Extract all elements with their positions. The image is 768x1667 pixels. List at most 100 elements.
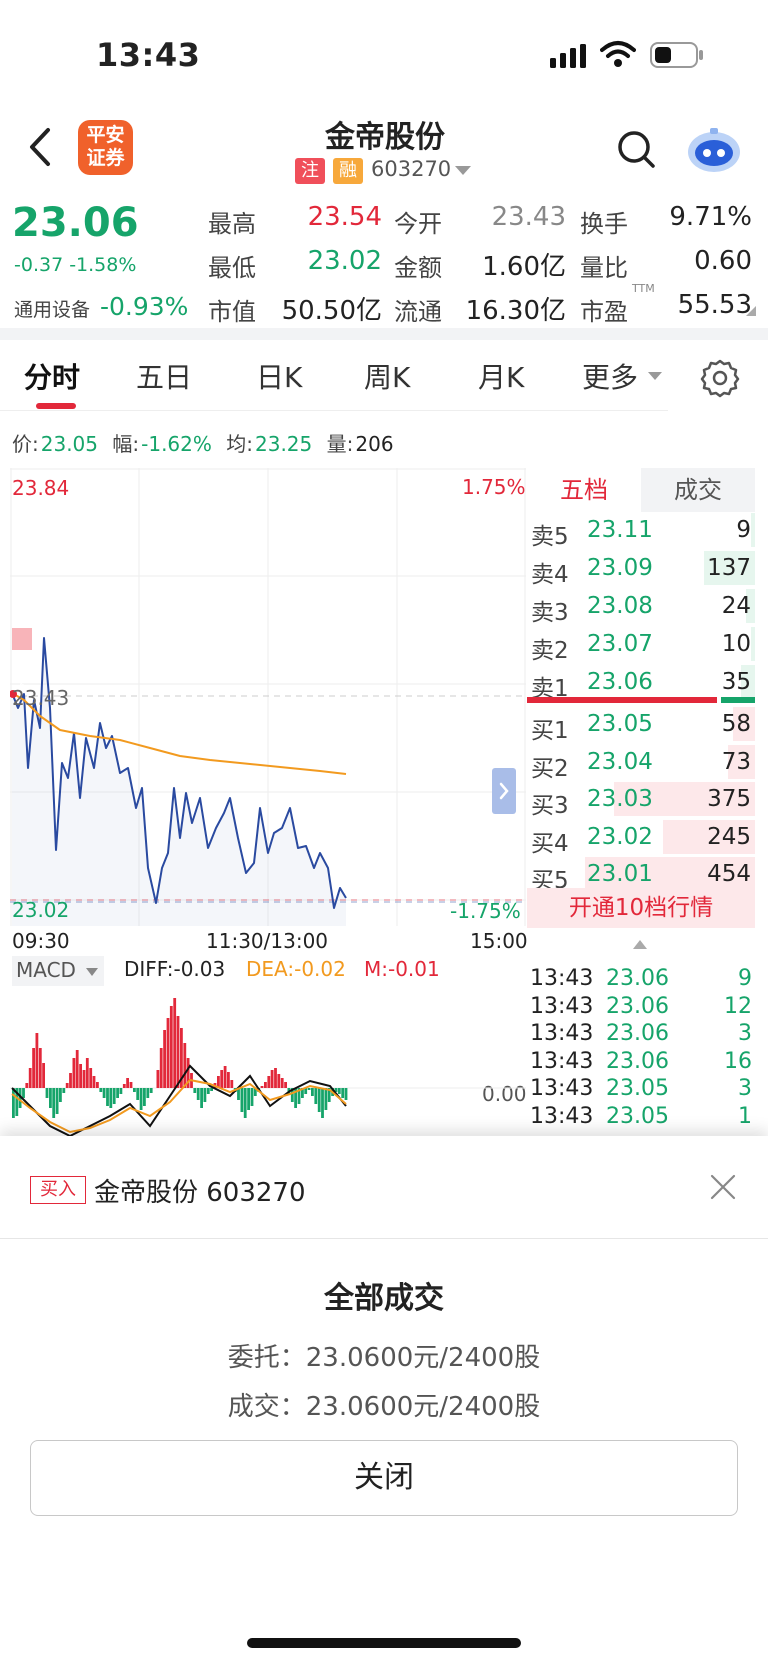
expand-panel-handle[interactable]	[492, 768, 516, 814]
macd-histogram-bar	[341, 1088, 345, 1098]
trade-time: 13:43	[530, 993, 594, 1019]
trade-price: 23.06	[606, 966, 669, 991]
macd-histogram-bar	[324, 1088, 328, 1110]
ob-volume: 245	[707, 823, 751, 850]
home-indicator[interactable]	[247, 1638, 521, 1648]
ob-price: 23.07	[587, 631, 653, 657]
bid-row-3[interactable]: 买3 23.03 375	[527, 780, 755, 819]
macd-histogram-bar	[243, 1088, 247, 1118]
macd-histogram-bar	[52, 1088, 56, 1118]
stat-value-amount: 1.60亿	[482, 252, 566, 282]
stat-value-float-cap: 16.30亿	[465, 296, 566, 326]
bid-row-1[interactable]: 买1 23.05 58	[527, 705, 755, 744]
macd-histogram-bar	[173, 998, 177, 1088]
trade-time: 13:43	[530, 1021, 594, 1046]
ask-row-2[interactable]: 卖2 23.07 10	[527, 625, 755, 664]
x-axis-end: 15:00	[470, 929, 528, 953]
macd-histogram-bar	[129, 1082, 133, 1088]
macd-histogram-bar	[55, 1088, 59, 1114]
trade-time: 13:43	[530, 966, 594, 991]
macd-histogram-bar	[163, 1030, 166, 1088]
trade-time: 13:43	[530, 1103, 594, 1129]
battery-icon	[650, 42, 703, 68]
stock-code[interactable]: 603270	[371, 157, 451, 181]
stock-title[interactable]: 金帝股份	[280, 112, 490, 156]
fill-detail: 成交：23.0600元/2400股	[227, 1392, 541, 1422]
ask-row-4[interactable]: 卖4 23.09 137	[527, 549, 755, 588]
macd-histogram-bar	[109, 1088, 113, 1108]
close-icon[interactable]	[708, 1172, 738, 1202]
macd-histogram-bar	[311, 1088, 314, 1096]
macd-histogram-bar	[49, 1088, 52, 1108]
macd-histogram-bar	[220, 1070, 224, 1088]
tab-trade-ticks[interactable]: 成交	[641, 468, 755, 512]
tab-five-levels[interactable]: 五档	[527, 468, 641, 512]
sector-change[interactable]: -0.93%	[100, 292, 188, 321]
stat-value-open: 23.43	[491, 202, 566, 232]
ask-row-3[interactable]: 卖3 23.08 24	[527, 587, 755, 626]
macd-histogram-bar	[22, 1088, 25, 1098]
settings-gear-icon[interactable]	[700, 358, 740, 398]
macd-histogram-bar	[59, 1088, 62, 1102]
macd-histogram-bar	[89, 1068, 93, 1088]
macd-histogram-bar	[156, 1070, 160, 1088]
tab-weekly-k[interactable]: 周K	[364, 356, 410, 396]
broker-logo[interactable]: 平安 证券	[78, 120, 133, 175]
tab-monthly-k[interactable]: 月K	[478, 356, 524, 396]
x-axis-mid: 11:30/13:00	[206, 929, 329, 953]
stat-label-pe: 市盈	[580, 298, 628, 326]
chevron-up-icon[interactable]	[633, 940, 647, 949]
bid-row-4[interactable]: 买4 23.02 245	[527, 818, 755, 857]
stat-label-market-cap: 市值	[208, 298, 256, 326]
tab-more[interactable]: 更多	[582, 356, 638, 396]
tab-intraday[interactable]: 分时	[24, 356, 80, 396]
back-arrow-icon[interactable]	[24, 124, 58, 170]
intraday-chart[interactable]	[10, 468, 526, 926]
upgrade-level-10-button[interactable]: 开通10档行情	[527, 888, 755, 928]
stat-label-float-cap: 流通	[394, 298, 442, 326]
close-button[interactable]: 关闭	[30, 1440, 738, 1516]
macd-histogram-bar	[126, 1078, 129, 1088]
macd-histogram-bar	[38, 1048, 42, 1088]
section-divider	[0, 328, 768, 340]
ob-price: 23.04	[587, 748, 653, 775]
macd-histogram-bar	[12, 1088, 15, 1118]
ob-volume: 9	[736, 517, 751, 543]
chevron-down-icon[interactable]	[648, 372, 662, 380]
macd-histogram-bar	[169, 1006, 173, 1088]
trade-row: 13:43 23.06 12	[530, 994, 752, 1022]
macd-histogram-bar	[85, 1058, 89, 1088]
chevron-down-icon[interactable]	[455, 166, 471, 175]
trade-row: 13:43 23.06 3	[530, 1021, 752, 1049]
macd-histogram-bar	[274, 1068, 277, 1088]
macd-histogram-bar	[193, 1088, 197, 1093]
ob-label: 买1	[531, 718, 569, 744]
y-axis-ref: 23.43	[12, 686, 70, 710]
trade-row: 13:43 23.05 3	[530, 1076, 752, 1104]
macd-histogram-bar	[317, 1088, 321, 1112]
macd-histogram-bar	[270, 1070, 274, 1088]
depth-bar	[751, 627, 755, 661]
ask-row-5[interactable]: 卖5 23.11 9	[527, 511, 755, 550]
macd-chart[interactable]	[10, 976, 526, 1136]
trade-volume: 16	[724, 1048, 752, 1074]
macd-histogram-bar	[183, 1043, 187, 1088]
macd-histogram-bar	[227, 1072, 230, 1088]
search-icon[interactable]	[615, 128, 657, 170]
stat-value-turnover: 9.71%	[669, 202, 752, 232]
tab-daily-k[interactable]: 日K	[256, 356, 302, 396]
sector-name[interactable]: 通用设备	[14, 295, 90, 322]
spread-bar	[527, 697, 755, 703]
macd-histogram-bar	[203, 1088, 207, 1102]
expand-corner-icon[interactable]	[746, 306, 756, 316]
ob-price: 23.01	[587, 861, 653, 887]
ob-label: 卖5	[531, 524, 569, 550]
stat-value-market-cap: 50.50亿	[281, 296, 382, 326]
tab-five-day[interactable]: 五日	[136, 356, 192, 396]
macd-histogram-bar	[344, 1088, 348, 1100]
bid-row-2[interactable]: 买2 23.04 73	[527, 743, 755, 782]
robot-assistant-icon[interactable]	[686, 124, 742, 174]
ask-row-1[interactable]: 卖1 23.06 35	[527, 663, 755, 702]
macd-histogram-bar	[102, 1088, 106, 1098]
trade-price: 23.06	[606, 1021, 669, 1046]
